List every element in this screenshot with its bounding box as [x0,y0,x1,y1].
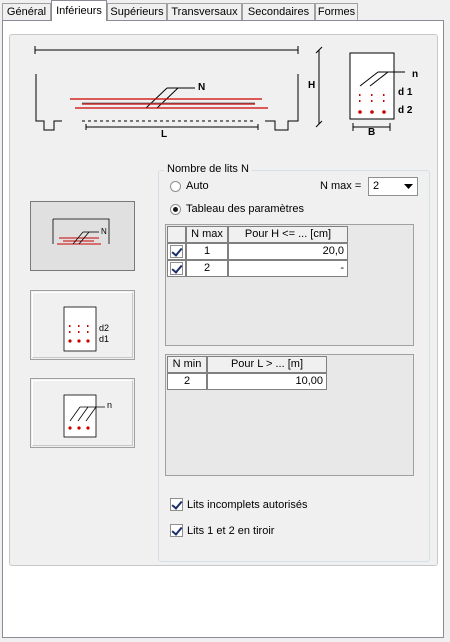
table1-header-nmax: N max [186,226,228,243]
row1-nmax[interactable]: 1 [186,243,228,260]
table-row [167,243,186,260]
incomplete-layers-label: Lits incomplets autorisés [187,499,308,511]
height-dimension: H [308,46,323,128]
btn1-label-n: N [101,227,107,236]
diagram-label-h: H [308,80,315,91]
radio-auto[interactable] [170,181,181,192]
bar-count-icon: n [63,394,112,438]
row1-value[interactable]: 20,0 [228,243,348,260]
beam-layers-icon: N [52,218,110,245]
tab-formes[interactable]: Formes [315,3,358,20]
row1-checkbox[interactable] [170,245,183,258]
btn2-label-d1: d1 [99,334,109,344]
radio-auto-label: Auto [186,180,209,192]
section-label-n: n [412,69,418,80]
row2-nmax[interactable]: 2 [186,260,228,277]
radio-table[interactable] [170,204,181,215]
nmax-label: N max = [320,180,362,192]
table2-header-nmin: N min [167,356,207,373]
incomplete-layers-checkbox[interactable] [170,498,183,511]
chevron-down-icon [404,184,413,189]
nmax-value: 2 [373,180,380,192]
table1-header-h: Pour H <= ... [cm] [228,226,348,243]
table2-row1-value[interactable]: 10,00 [207,373,327,390]
cross-section-diagram: n d 1 d 2 B [349,52,418,136]
tab-inferieurs[interactable]: Inférieurs [51,0,107,21]
tab-general[interactable]: Général [2,3,51,20]
table2-header-l: Pour L > ... [m] [207,356,327,373]
table2-row1-nmin[interactable]: 2 [167,373,207,390]
section-label-d2: d 2 [398,105,413,116]
tab-secondaires[interactable]: Secondaires [242,3,315,20]
tab-superieurs[interactable]: Supérieurs [107,3,167,20]
bar-count-button[interactable]: n [30,378,135,448]
row2-checkbox[interactable] [170,262,183,275]
table1-corner [167,226,186,243]
row2-value[interactable]: - [228,260,348,277]
length-table: N min Pour L > ... [m] 2 10,00 [165,354,414,476]
table-row [167,260,186,277]
layer-distance-icon: d2 d1 [63,306,109,352]
beam-elevation-diagram: N L [34,46,299,139]
beam-layers-button[interactable]: N [30,201,135,271]
nmax-select[interactable]: 2 [368,177,418,196]
btn2-label-d2: d2 [99,323,109,333]
thickness-table: N max Pour H <= ... [cm] 1 20,0 2 - [165,224,414,346]
radio-table-label: Tableau des paramètres [186,203,305,215]
group-title: Nombre de lits N [164,163,252,175]
section-label-d1: d 1 [398,87,413,98]
btn3-label-n: n [107,400,112,410]
layer-distance-button[interactable]: d2 d1 [30,290,135,360]
drawer-layers-checkbox[interactable] [170,524,183,537]
drawer-layers-label: Lits 1 et 2 en tiroir [187,525,275,537]
diagram-label-n: N [198,82,205,93]
tab-bar: Général Inférieurs Supérieurs Transversa… [0,0,450,22]
tab-transversaux[interactable]: Transversaux [167,3,242,20]
diagram-label-l: L [161,129,167,139]
section-label-b: B [368,127,375,136]
